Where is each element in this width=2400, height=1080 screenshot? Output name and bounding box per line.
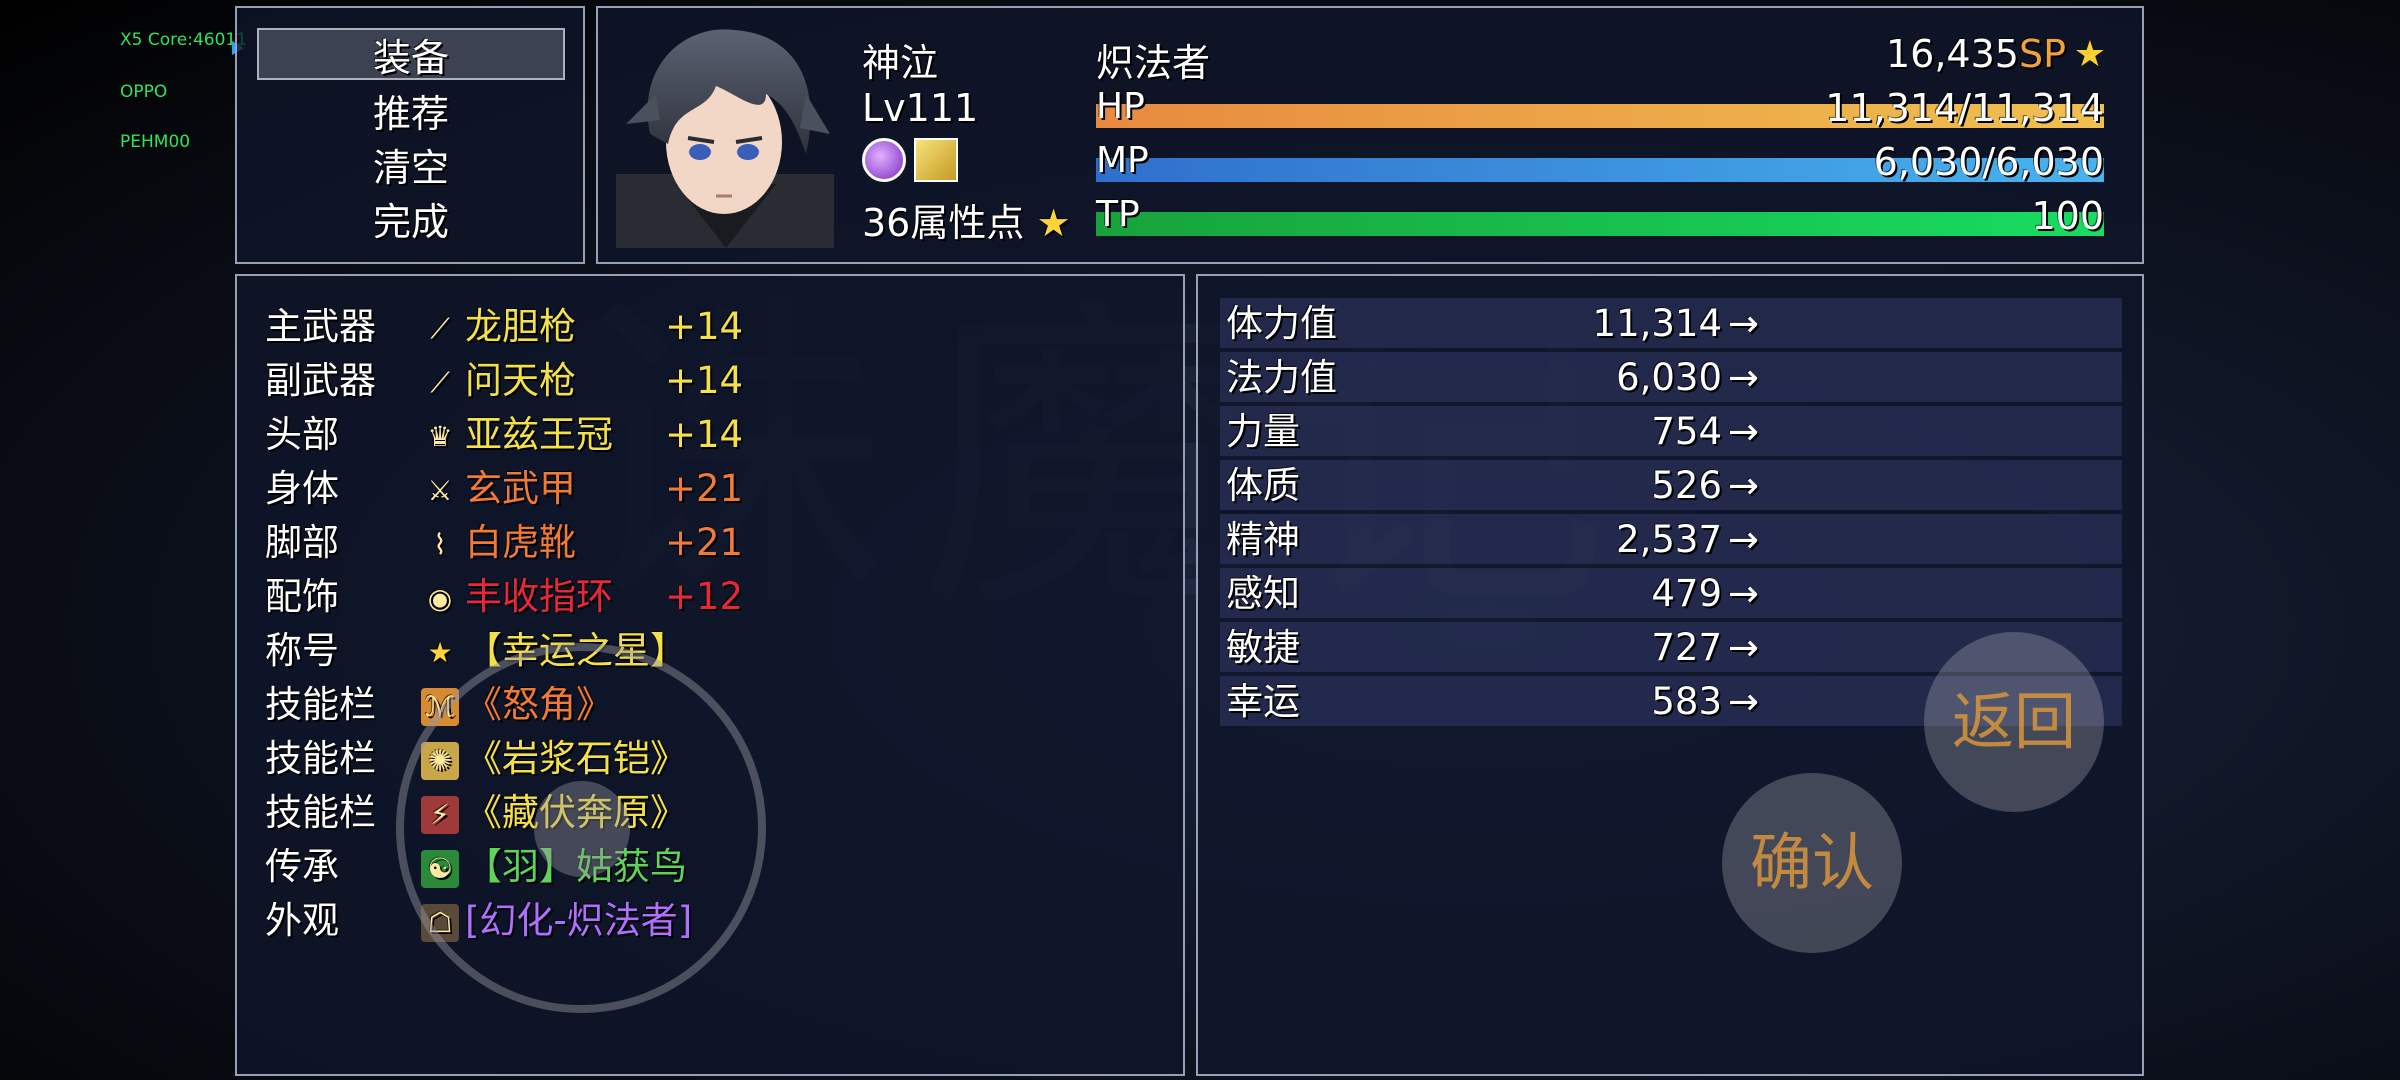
parameter-row: 体质 526 → <box>1220 460 2122 510</box>
equipment-slot-row[interactable]: 副武器 ⟋ 问天枪 +14 <box>265 354 1165 408</box>
parameter-name: 感知 <box>1226 572 1300 615</box>
parameter-row: 力量 754 → <box>1220 406 2122 456</box>
actor-level: Lv111 <box>862 86 979 130</box>
parameter-value: 583 <box>1651 680 1722 723</box>
item-name: 问天枪 <box>465 359 576 402</box>
slot-label: 技能栏 <box>265 791 376 834</box>
status-window: 神泣 Lv111 36属性点 ★ 炽法者 16,435SP ★ HP 11,31… <box>596 6 2144 264</box>
parameter-value: 11,314 <box>1592 302 1722 345</box>
hp-value: 11,314/11,314 <box>1825 86 2104 130</box>
sp-display: 16,435SP <box>1885 32 2066 76</box>
command-recommend[interactable]: 推荐 <box>257 86 565 138</box>
item-name: 玄武甲 <box>465 467 576 510</box>
slot-label: 技能栏 <box>265 737 376 780</box>
arrow-right-icon: → <box>1728 356 1760 399</box>
attribute-points: 36属性点 ★ <box>862 201 1071 245</box>
star-icon: ★ <box>1024 201 1071 245</box>
item-name: 亚兹王冠 <box>465 413 613 456</box>
debug-core-text: X5 Core:46011 <box>120 30 248 50</box>
arrow-right-icon: → <box>1728 626 1760 669</box>
actor-class: 炽法者 <box>1096 41 1211 85</box>
item-enhance-level: +21 <box>665 521 744 564</box>
buff-heal-icon <box>862 138 906 182</box>
armor-icon: ⚔ <box>427 474 453 507</box>
command-clear[interactable]: 清空 <box>257 140 565 192</box>
slot-label: 身体 <box>265 467 339 510</box>
item-name: 丰收指环 <box>465 575 613 618</box>
item-enhance-level: +14 <box>665 413 744 456</box>
equipment-slot-row[interactable]: 主武器 ⟋ 龙胆枪 +14 <box>265 300 1165 354</box>
item-name: 龙胆枪 <box>465 305 576 348</box>
parameter-value: 2,537 <box>1616 518 1722 561</box>
equipment-slot-row[interactable]: 称号 ★ 【幸运之星】 <box>265 624 1165 678</box>
joystick-knob[interactable] <box>534 781 630 877</box>
parameter-name: 体力值 <box>1226 302 1337 345</box>
parameter-name: 力量 <box>1226 410 1300 453</box>
parameter-row: 感知 479 → <box>1220 568 2122 618</box>
arrow-right-icon: → <box>1728 464 1760 507</box>
ring-icon: ◉ <box>427 582 453 615</box>
equipment-slot-row[interactable]: 身体 ⚔ 玄武甲 +21 <box>265 462 1165 516</box>
mp-label: MP <box>1096 140 1149 181</box>
tp-value: 100 <box>2031 194 2104 238</box>
parameter-name: 敏捷 <box>1226 626 1300 669</box>
item-name: 白虎靴 <box>465 521 576 564</box>
mp-value: 6,030/6,030 <box>1873 140 2104 184</box>
tpbar-fill <box>1096 212 2104 236</box>
command-window: 装备 推荐 清空 完成 <box>235 6 585 264</box>
arrow-right-icon: → <box>1728 680 1760 723</box>
equipment-slot-row[interactable]: 脚部 ⌇ 白虎靴 +21 <box>265 516 1165 570</box>
parameter-value: 526 <box>1651 464 1722 507</box>
virtual-joystick[interactable] <box>396 643 766 1013</box>
slot-label: 称号 <box>265 629 339 672</box>
arrow-right-icon: → <box>1728 410 1760 453</box>
slot-label: 脚部 <box>265 521 339 564</box>
command-equip[interactable]: 装备 <box>257 28 565 80</box>
buff-attack-icon <box>914 138 958 182</box>
tp-bar <box>1096 212 2104 236</box>
parameter-value: 754 <box>1651 410 1722 453</box>
arrow-right-icon: → <box>1728 302 1760 345</box>
item-enhance-level: +21 <box>665 467 744 510</box>
command-finish[interactable]: 完成 <box>257 194 565 246</box>
parameter-value: 727 <box>1651 626 1722 669</box>
debug-model-text: PEHM00 <box>120 132 191 152</box>
slot-label: 传承 <box>265 845 339 888</box>
slot-label: 外观 <box>265 899 339 942</box>
sp-stars-icon: ★ <box>2073 34 2106 75</box>
arrow-right-icon: → <box>1728 572 1760 615</box>
item-enhance-level: +12 <box>665 575 744 618</box>
item-enhance-level: +14 <box>665 359 744 402</box>
parameter-name: 幸运 <box>1226 680 1300 723</box>
spear-icon: ⟋ <box>430 312 450 345</box>
parameter-name: 体质 <box>1226 464 1300 507</box>
parameter-value: 479 <box>1651 572 1722 615</box>
parameter-name: 法力值 <box>1226 356 1337 399</box>
actor-portrait <box>616 29 834 248</box>
parameter-name: 精神 <box>1226 518 1300 561</box>
slot-label: 技能栏 <box>265 683 376 726</box>
parameter-row: 体力值 11,314 → <box>1220 298 2122 348</box>
boots-icon: ⌇ <box>433 528 447 561</box>
star-icon: ★ <box>427 636 453 669</box>
debug-brand-text: OPPO <box>120 82 168 102</box>
equipment-slot-row[interactable]: 配饰 ◉ 丰收指环 +12 <box>265 570 1165 624</box>
actor-name: 神泣 <box>862 41 939 85</box>
tp-label: TP <box>1096 194 1140 235</box>
item-enhance-level: +14 <box>665 305 744 348</box>
back-button[interactable]: 返回 <box>1924 632 2104 812</box>
crown-icon: ♛ <box>427 420 453 453</box>
equipment-slot-row[interactable]: 头部 ♛ 亚兹王冠 +14 <box>265 408 1165 462</box>
slot-label: 主武器 <box>265 305 376 348</box>
slot-label: 头部 <box>265 413 339 456</box>
slot-label: 副武器 <box>265 359 376 402</box>
hp-label: HP <box>1096 86 1145 127</box>
parameter-row: 法力值 6,030 → <box>1220 352 2122 402</box>
parameter-row: 精神 2,537 → <box>1220 514 2122 564</box>
spear-icon: ⟋ <box>430 366 450 399</box>
parameter-value: 6,030 <box>1616 356 1722 399</box>
confirm-button[interactable]: 确认 <box>1722 773 1902 953</box>
arrow-right-icon: → <box>1728 518 1760 561</box>
slot-label: 配饰 <box>265 575 339 618</box>
